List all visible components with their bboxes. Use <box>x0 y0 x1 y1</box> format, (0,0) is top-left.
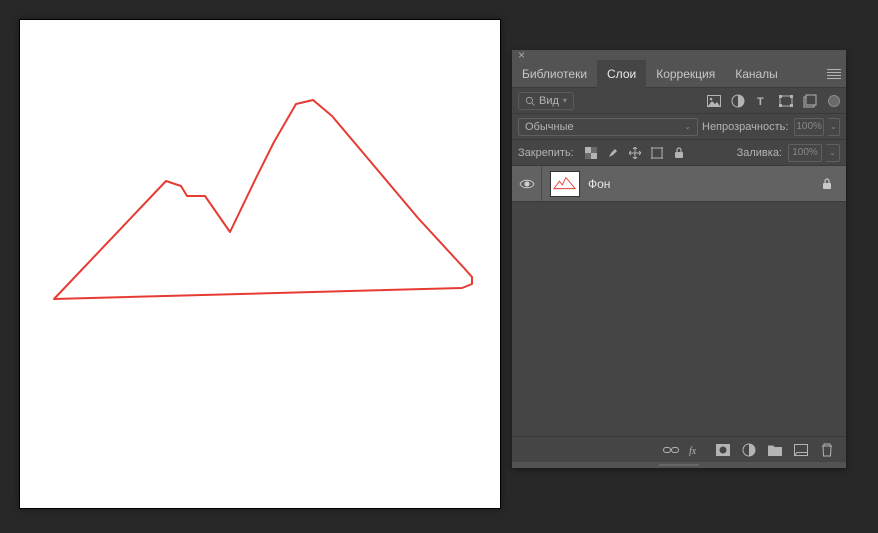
panel-resize-grip[interactable] <box>512 462 846 468</box>
opacity-chevron-icon[interactable]: ⌄ <box>828 118 840 136</box>
layer-fx-icon[interactable]: fx <box>688 441 706 459</box>
lock-fill-row: Закрепить: Заливка: 100% ⌄ <box>512 140 846 166</box>
filter-shape-icon[interactable] <box>776 91 796 111</box>
canvas-drawing <box>20 20 500 508</box>
add-mask-icon[interactable] <box>714 441 732 459</box>
tab-channels[interactable]: Каналы <box>725 60 788 88</box>
fill-input[interactable]: 100% <box>788 144 822 162</box>
tab-adjustments[interactable]: Коррекция <box>646 60 725 88</box>
blend-mode-value: Обычные <box>525 121 574 133</box>
lock-position-icon[interactable] <box>626 144 644 162</box>
mountain-path <box>54 100 472 299</box>
opacity-input[interactable]: 100% <box>794 118 823 136</box>
filter-adjustment-icon[interactable] <box>728 91 748 111</box>
panel-topbar: × <box>512 50 846 60</box>
blend-opacity-row: Обычные ⌄ Непрозрачность: 100% ⌄ <box>512 114 846 140</box>
lock-artboard-icon[interactable] <box>648 144 666 162</box>
chevron-down-icon: ⌄ <box>684 122 691 131</box>
new-layer-icon[interactable] <box>792 441 810 459</box>
layer-name-label[interactable]: Фон <box>588 177 610 191</box>
layers-panel: × Библиотеки Слои Коррекция Каналы Вид ▾ <box>512 50 846 468</box>
opacity-label: Непрозрачность: <box>702 121 788 133</box>
layer-visibility-toggle[interactable] <box>512 166 542 201</box>
lock-all-icon[interactable] <box>670 144 688 162</box>
fill-label: Заливка: <box>737 147 782 159</box>
lock-label: Закрепить: <box>518 147 574 159</box>
panel-footer: fx <box>512 436 846 462</box>
panel-tabs: Библиотеки Слои Коррекция Каналы <box>512 60 846 88</box>
lock-brush-icon[interactable] <box>604 144 622 162</box>
layer-lock-icon[interactable] <box>822 178 832 190</box>
layers-list: Фон <box>512 166 846 436</box>
layer-thumbnail[interactable] <box>550 171 580 197</box>
fill-chevron-icon[interactable]: ⌄ <box>826 144 840 162</box>
filter-type-icon[interactable]: T <box>752 91 772 111</box>
layer-row[interactable]: Фон <box>512 166 846 202</box>
panel-menu-icon[interactable] <box>822 60 846 88</box>
new-adjustment-icon[interactable] <box>740 441 758 459</box>
tab-layers[interactable]: Слои <box>597 60 646 88</box>
canvas-document[interactable] <box>20 20 500 508</box>
link-layers-icon[interactable] <box>662 441 680 459</box>
new-group-icon[interactable] <box>766 441 784 459</box>
tab-libraries[interactable]: Библиотеки <box>512 60 597 88</box>
filter-pixel-icon[interactable] <box>704 91 724 111</box>
delete-layer-icon[interactable] <box>818 441 836 459</box>
svg-text:T: T <box>757 96 764 107</box>
panel-close-icon[interactable]: × <box>518 48 525 62</box>
blend-mode-select[interactable]: Обычные ⌄ <box>518 118 698 136</box>
chevron-down-icon: ▾ <box>563 96 567 105</box>
layer-filter-select[interactable]: Вид ▾ <box>518 92 574 110</box>
lock-transparency-icon[interactable] <box>582 144 600 162</box>
filter-toggle-switch[interactable] <box>828 95 840 107</box>
search-icon <box>525 96 535 106</box>
filter-label: Вид <box>539 95 559 107</box>
layer-filter-row: Вид ▾ T <box>512 88 846 114</box>
eye-icon <box>519 178 535 190</box>
svg-text:fx: fx <box>689 446 697 456</box>
filter-smartobject-icon[interactable] <box>800 91 820 111</box>
